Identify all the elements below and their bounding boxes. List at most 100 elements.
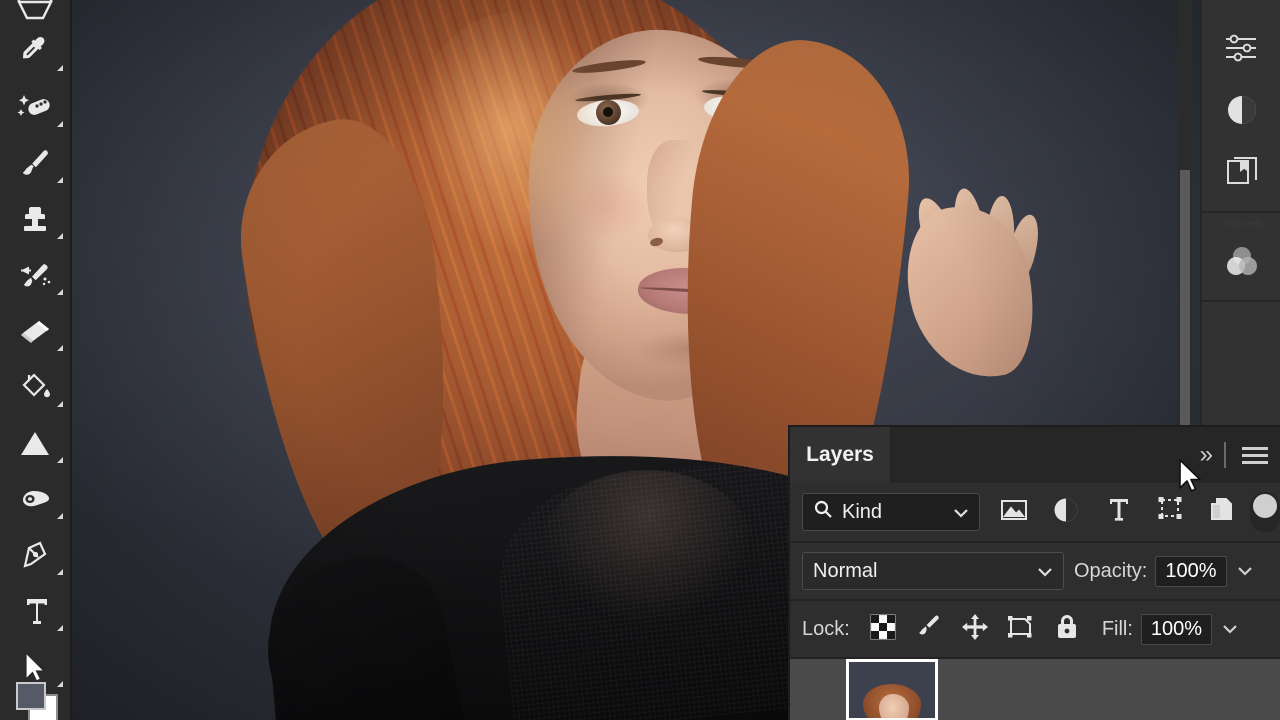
rail-group-channels: Channels (1202, 213, 1280, 302)
rail-button-channels[interactable] (1202, 232, 1280, 294)
foreground-color-swatch[interactable] (16, 682, 46, 710)
clone-stamp-icon (18, 203, 52, 237)
half-circle-contrast-icon (1225, 93, 1259, 132)
color-swatches[interactable] (16, 682, 58, 720)
rail-group-label-channels: Channels (1218, 219, 1264, 230)
tool-perspective-crop[interactable] (0, 0, 71, 24)
layers-panel[interactable]: Layers » Kind Normal Opacity: 100% Lock:… (788, 425, 1280, 720)
lock-label: Lock: (802, 617, 850, 640)
tool-flyout-indicator (57, 401, 63, 407)
tool-flyout-indicator (57, 345, 63, 351)
tool-flyout-indicator (57, 625, 63, 631)
rgb-circles-icon (1224, 244, 1260, 283)
filter-smart-objects[interactable] (1196, 490, 1248, 534)
tool-flyout-indicator (57, 289, 63, 295)
rail-group-primary (1202, 0, 1280, 213)
chevron-down-icon[interactable] (1235, 563, 1255, 580)
tool-spot-healing-brush[interactable] (0, 80, 71, 136)
sliders-icon (1223, 32, 1261, 69)
panel-tab-bar[interactable]: Layers » (790, 427, 1280, 483)
layer-type-filters[interactable] (988, 490, 1280, 534)
brush-icon (916, 613, 942, 646)
tool-flyout-indicator (57, 457, 63, 463)
tool-dodge[interactable] (0, 472, 71, 528)
panel-menu-icon[interactable] (1236, 446, 1274, 464)
lock-all[interactable] (1044, 607, 1090, 651)
tool-eraser[interactable] (0, 304, 71, 360)
photoshop-toolbar[interactable] (0, 0, 72, 720)
type-t-icon (20, 595, 50, 629)
filter-adjustment-layers[interactable] (1040, 490, 1092, 534)
tool-clone-stamp[interactable] (0, 192, 71, 248)
libraries-book-icon (1225, 155, 1259, 194)
eyedropper-icon (18, 35, 52, 69)
brush-icon (18, 147, 52, 181)
tool-type[interactable] (0, 584, 71, 640)
table-row[interactable] (790, 659, 1280, 720)
fill-group[interactable]: Fill: 100% (1101, 613, 1240, 645)
filter-shape-layers[interactable] (1144, 490, 1196, 534)
tool-paint-bucket[interactable] (0, 360, 71, 416)
chevron-down-icon[interactable] (1037, 560, 1053, 583)
opacity-group[interactable]: Opacity: 100% (1074, 555, 1255, 587)
tool-flyout-indicator (57, 569, 63, 575)
header-divider (1224, 442, 1226, 468)
rail-button-adjustments[interactable] (1202, 19, 1280, 81)
tool-brush[interactable] (0, 136, 71, 192)
rail-button-libraries[interactable] (1202, 143, 1280, 205)
tab-layers-label: Layers (806, 443, 874, 466)
thumbnail-face (879, 694, 909, 718)
blend-mode-select[interactable]: Normal (802, 552, 1064, 590)
paint-bucket-icon (17, 371, 53, 405)
blur-triangle-icon (18, 430, 52, 458)
image-pixel-icon (999, 497, 1029, 528)
tool-pen[interactable] (0, 528, 71, 584)
spot-healing-brush-icon (16, 91, 54, 125)
panel-header-controls[interactable]: » (1200, 427, 1274, 483)
collapse-panels-icon[interactable]: » (1200, 443, 1214, 467)
filter-kind-value: Kind (842, 500, 883, 523)
chevron-down-icon[interactable] (1220, 621, 1240, 638)
checkerboard-icon (870, 614, 896, 645)
pen-icon (18, 539, 52, 573)
tab-layers[interactable]: Layers (790, 427, 890, 483)
layer-list[interactable] (790, 659, 1280, 720)
half-circle-contrast-icon (1052, 496, 1080, 529)
opacity-label: Opacity: (1074, 559, 1148, 582)
path-selection-arrow-icon (22, 651, 48, 685)
lock-row[interactable]: Lock: Fill: 100% (790, 601, 1280, 659)
opacity-field[interactable]: 100% (1155, 555, 1227, 587)
filter-pixel-layers[interactable] (988, 490, 1040, 534)
lock-position[interactable] (952, 607, 998, 651)
move-arrows-icon (961, 613, 989, 646)
fill-label: Fill: (1101, 617, 1133, 640)
filter-kind-select[interactable]: Kind (802, 493, 980, 531)
padlock-icon (1055, 613, 1079, 646)
filter-type-layers[interactable] (1092, 490, 1144, 534)
layer-thumbnail[interactable] (846, 659, 938, 720)
lock-artboard-nesting[interactable] (998, 607, 1044, 651)
chevron-down-icon[interactable] (953, 501, 969, 524)
layer-filter-row[interactable]: Kind (790, 483, 1280, 543)
smart-object-icon (1208, 496, 1236, 529)
type-t-icon (1106, 496, 1130, 529)
rail-button-adjustment-layer[interactable] (1202, 81, 1280, 143)
tool-history-brush[interactable] (0, 248, 71, 304)
filter-enable-toggle[interactable] (1250, 492, 1280, 532)
tool-flyout-indicator (57, 513, 63, 519)
dodge-icon (17, 486, 53, 514)
lock-transparent-pixels[interactable] (860, 607, 906, 651)
tool-eyedropper[interactable] (0, 24, 71, 80)
tool-flyout-indicator (57, 65, 63, 71)
fill-field[interactable]: 100% (1140, 613, 1213, 645)
panel-icon-rail[interactable]: Channels (1200, 0, 1280, 432)
history-brush-icon (16, 259, 54, 293)
lock-image-pixels[interactable] (906, 607, 952, 651)
blend-mode-row[interactable]: Normal Opacity: 100% (790, 543, 1280, 601)
tool-blur-gradient[interactable] (0, 416, 71, 472)
tool-flyout-indicator (57, 121, 63, 127)
tool-flyout-indicator (57, 177, 63, 183)
artboard-icon (1007, 614, 1035, 645)
scrollbar-thumb[interactable] (1180, 170, 1190, 425)
shape-bounds-icon (1156, 496, 1184, 529)
